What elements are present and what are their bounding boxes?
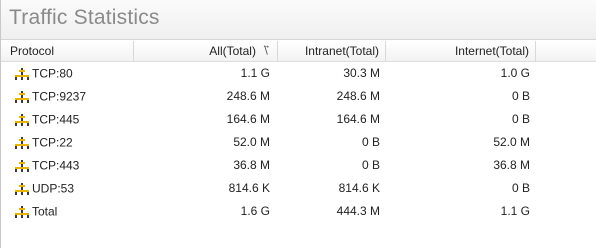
traffic-statistics-panel: Traffic Statistics Protocol All(Total) ∖⃗… [0,0,596,248]
cell-all-total: 1.6 G [240,204,270,218]
network-plug-icon [14,204,30,218]
table-row[interactable]: TCP:80 1.1 G 30.3 M 1.0 G [1,62,596,85]
table-row[interactable]: TCP:445 164.6 M 164.6 M 0 B [1,108,596,131]
network-plug-icon [14,89,30,103]
table-row[interactable]: TCP:9237 248.6 M 248.6 M 0 B [1,85,596,108]
cell-protocol: TCP:9237 [14,85,134,108]
cell-protocol: TCP:443 [14,154,134,177]
column-header-all-total[interactable]: All(Total) ∖⃗ [134,41,278,61]
column-header-intranet-total[interactable]: Intranet(Total) [278,41,386,61]
cell-internet-total: 1.0 G [500,66,530,80]
cell-all-total: 164.6 M [226,112,270,126]
table-header: Protocol All(Total) ∖⃗ Intranet(Total) In… [1,41,596,62]
network-plug-icon [14,181,30,195]
network-plug-icon [14,112,30,126]
cell-internet-total: 36.8 M [493,158,530,172]
protocol-label: Total [32,204,58,219]
cell-protocol: UDP:53 [14,177,134,200]
network-plug-icon [14,158,30,172]
protocol-label: UDP:53 [32,181,75,196]
cell-all-total: 36.8 M [233,158,270,172]
cell-internet-total: 0 B [511,181,530,195]
cell-internet-total: 1.1 G [500,204,530,218]
table-row[interactable]: TCP:22 52.0 M 0 B 52.0 M [1,131,596,154]
column-header-protocol-label: Protocol [10,44,55,58]
cell-intranet-total: 248.6 M [336,89,380,103]
cell-internet-total: 52.0 M [493,135,530,149]
table-row[interactable]: TCP:443 36.8 M 0 B 36.8 M [1,154,596,177]
network-plug-icon [14,135,30,149]
column-header-internet-label: Internet(Total) [454,44,529,58]
cell-intranet-total: 0 B [361,158,380,172]
cell-intranet-total: 814.6 K [338,181,380,195]
protocol-label: TCP:443 [32,158,80,173]
cell-all-total: 52.0 M [233,135,270,149]
table-body: TCP:80 1.1 G 30.3 M 1.0 G TCP:9237 248.6 M 248… [1,62,596,223]
cell-intranet-total: 164.6 M [336,112,380,126]
protocol-label: TCP:80 [32,66,73,81]
protocol-label: TCP:9237 [32,89,87,104]
cell-protocol: TCP:445 [14,108,134,131]
column-header-all-label: All(Total) [209,44,256,58]
cell-all-total: 248.6 M [226,89,270,103]
panel-title: Traffic Statistics [9,6,160,29]
cell-intranet-total: 0 B [361,135,380,149]
table-row[interactable]: Total 1.6 G 444.3 M 1.1 G [1,200,596,223]
cell-protocol: TCP:80 [14,62,134,85]
column-header-protocol[interactable]: Protocol [1,41,134,61]
title-bar: Traffic Statistics [1,0,596,40]
cell-all-total: 1.1 G [240,66,270,80]
cell-protocol: Total [14,200,134,223]
protocol-label: TCP:445 [32,112,80,127]
cell-internet-total: 0 B [511,89,530,103]
cell-intranet-total: 444.3 M [336,204,380,218]
cell-protocol: TCP:22 [14,131,134,154]
cell-all-total: 814.6 K [228,181,270,195]
protocol-label: TCP:22 [32,135,73,150]
column-header-internet-total[interactable]: Internet(Total) [386,41,536,61]
cell-intranet-total: 30.3 M [343,66,380,80]
cell-internet-total: 0 B [511,112,530,126]
column-header-intranet-label: Intranet(Total) [304,44,379,58]
table-row[interactable]: UDP:53 814.6 K 814.6 K 0 B [1,177,596,200]
network-plug-icon [14,66,30,80]
sort-descending-icon: ∖⃗ [261,45,269,57]
